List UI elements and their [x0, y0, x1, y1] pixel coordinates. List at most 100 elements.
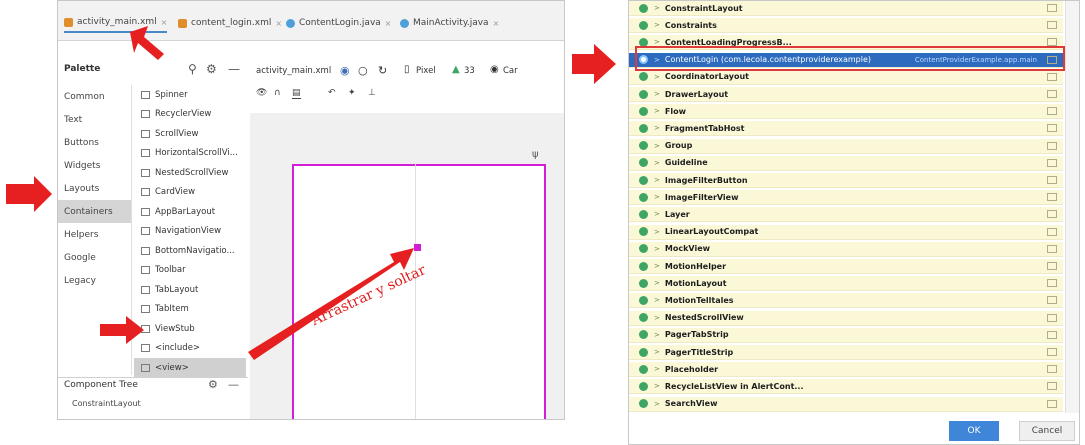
- library-icon: [1047, 365, 1057, 374]
- expand-marker-icon: >: [654, 210, 660, 219]
- expand-marker-icon: >: [654, 313, 660, 322]
- library-icon: [1047, 72, 1057, 81]
- class-name: LinearLayoutCompat: [664, 227, 759, 237]
- expand-marker-icon: >: [654, 262, 660, 270]
- class-icon: [639, 330, 648, 340]
- class-row[interactable]: > RecycleListView in AlertCont...: [629, 379, 1063, 395]
- library-icon: [1047, 21, 1057, 30]
- expand-marker-icon: >: [654, 141, 660, 150]
- class-row[interactable]: > Group: [629, 138, 1063, 154]
- expand-marker-icon: >: [654, 107, 660, 116]
- class-row[interactable]: > ImageFilterButton: [629, 173, 1063, 188]
- library-icon: [1047, 399, 1057, 408]
- expand-marker-icon: >: [654, 193, 660, 202]
- class-icon: [639, 20, 648, 30]
- class-icon: [639, 158, 648, 168]
- selected-class-highlight: [635, 46, 1065, 71]
- expand-marker-icon: >: [654, 227, 660, 236]
- class-icon: [639, 227, 648, 237]
- class-row[interactable]: > SearchView: [629, 396, 1063, 412]
- drag-arrow-icon: [248, 248, 414, 360]
- class-row[interactable]: > PagerTabStrip: [629, 327, 1063, 343]
- library-icon: [1047, 141, 1057, 150]
- library-icon: [1047, 382, 1057, 391]
- expand-marker-icon: >: [654, 176, 660, 184]
- class-icon: [639, 381, 648, 391]
- class-icon: [639, 244, 648, 254]
- class-list-scrollbar[interactable]: [1065, 1, 1079, 413]
- expand-marker-icon: >: [654, 72, 660, 81]
- library-icon: [1047, 244, 1057, 253]
- expand-marker-icon: >: [654, 365, 660, 374]
- class-row[interactable]: > Placeholder: [629, 362, 1063, 378]
- class-row[interactable]: > Guideline: [629, 155, 1063, 171]
- class-icon: [639, 399, 648, 409]
- library-icon: [1047, 176, 1057, 184]
- class-icon: [639, 106, 648, 116]
- class-row[interactable]: > Layer: [629, 207, 1063, 223]
- expand-marker-icon: >: [654, 279, 660, 288]
- class-row[interactable]: > MockView: [629, 241, 1063, 257]
- class-row[interactable]: > DrawerLayout: [629, 87, 1063, 102]
- library-icon: [1047, 348, 1057, 356]
- class-icon: [639, 141, 648, 151]
- class-icon: [639, 3, 648, 13]
- class-row[interactable]: > ConstraintLayout: [629, 1, 1063, 16]
- class-row[interactable]: > MotionTelltales: [629, 293, 1063, 309]
- cancel-button[interactable]: Cancel: [1019, 421, 1075, 441]
- class-row[interactable]: > Constraints: [629, 18, 1063, 34]
- class-row[interactable]: > ImageFilterView: [629, 190, 1063, 206]
- expand-marker-icon: >: [654, 4, 660, 12]
- expand-marker-icon: >: [654, 296, 660, 305]
- library-icon: [1047, 296, 1057, 305]
- class-name: Placeholder: [664, 364, 719, 374]
- class-name: ConstraintLayout: [664, 3, 743, 13]
- ok-button[interactable]: OK: [949, 421, 999, 441]
- class-icon: [639, 347, 648, 357]
- library-icon: [1047, 90, 1057, 98]
- library-icon: [1047, 227, 1057, 236]
- class-name: Flow: [664, 106, 686, 116]
- class-name: MotionHelper: [664, 261, 727, 271]
- expand-marker-icon: >: [654, 382, 660, 391]
- arrow-to-selected-class-icon: [572, 44, 616, 84]
- expand-marker-icon: >: [654, 90, 660, 98]
- class-icon: [639, 72, 648, 82]
- class-row[interactable]: > PagerTitleStrip: [629, 345, 1063, 360]
- class-row[interactable]: > FragmentTabHost: [629, 121, 1063, 137]
- class-icon: [639, 123, 648, 133]
- library-icon: [1047, 279, 1057, 288]
- class-name: ImageFilterButton: [664, 175, 748, 185]
- class-icon: [639, 175, 648, 185]
- class-icon: [639, 278, 648, 288]
- class-row[interactable]: > MotionLayout: [629, 276, 1063, 292]
- library-icon: [1047, 158, 1057, 167]
- class-row[interactable]: > NestedScrollView: [629, 310, 1063, 326]
- class-row[interactable]: > CoordinatorLayout: [629, 69, 1063, 85]
- expand-marker-icon: >: [654, 244, 660, 253]
- class-row[interactable]: > MotionHelper: [629, 259, 1063, 274]
- class-name: NestedScrollView: [664, 313, 744, 323]
- class-icon: [639, 295, 648, 305]
- class-name: RecycleListView in AlertCont...: [664, 381, 804, 391]
- class-name: CoordinatorLayout: [664, 72, 749, 82]
- library-icon: [1047, 262, 1057, 270]
- class-row[interactable]: > Flow: [629, 104, 1063, 120]
- class-name: DrawerLayout: [664, 89, 729, 99]
- expand-marker-icon: >: [654, 21, 660, 30]
- arrow-to-containers-icon: [6, 176, 52, 212]
- class-icon: [639, 364, 648, 374]
- arrow-to-tab-icon: [130, 26, 164, 60]
- class-icon: [639, 209, 648, 219]
- library-icon: [1047, 330, 1057, 339]
- class-name: MockView: [664, 244, 711, 254]
- expand-marker-icon: >: [654, 124, 660, 133]
- pick-class-dialog: > ConstraintLayout > Constraints > ContentLoa…: [628, 0, 1080, 445]
- library-icon: [1047, 210, 1057, 219]
- class-icon: [639, 192, 648, 202]
- class-name: MotionLayout: [664, 278, 727, 288]
- class-name: FragmentTabHost: [664, 123, 745, 133]
- expand-marker-icon: >: [654, 399, 660, 408]
- library-icon: [1047, 107, 1057, 116]
- class-row[interactable]: > LinearLayoutCompat: [629, 224, 1063, 240]
